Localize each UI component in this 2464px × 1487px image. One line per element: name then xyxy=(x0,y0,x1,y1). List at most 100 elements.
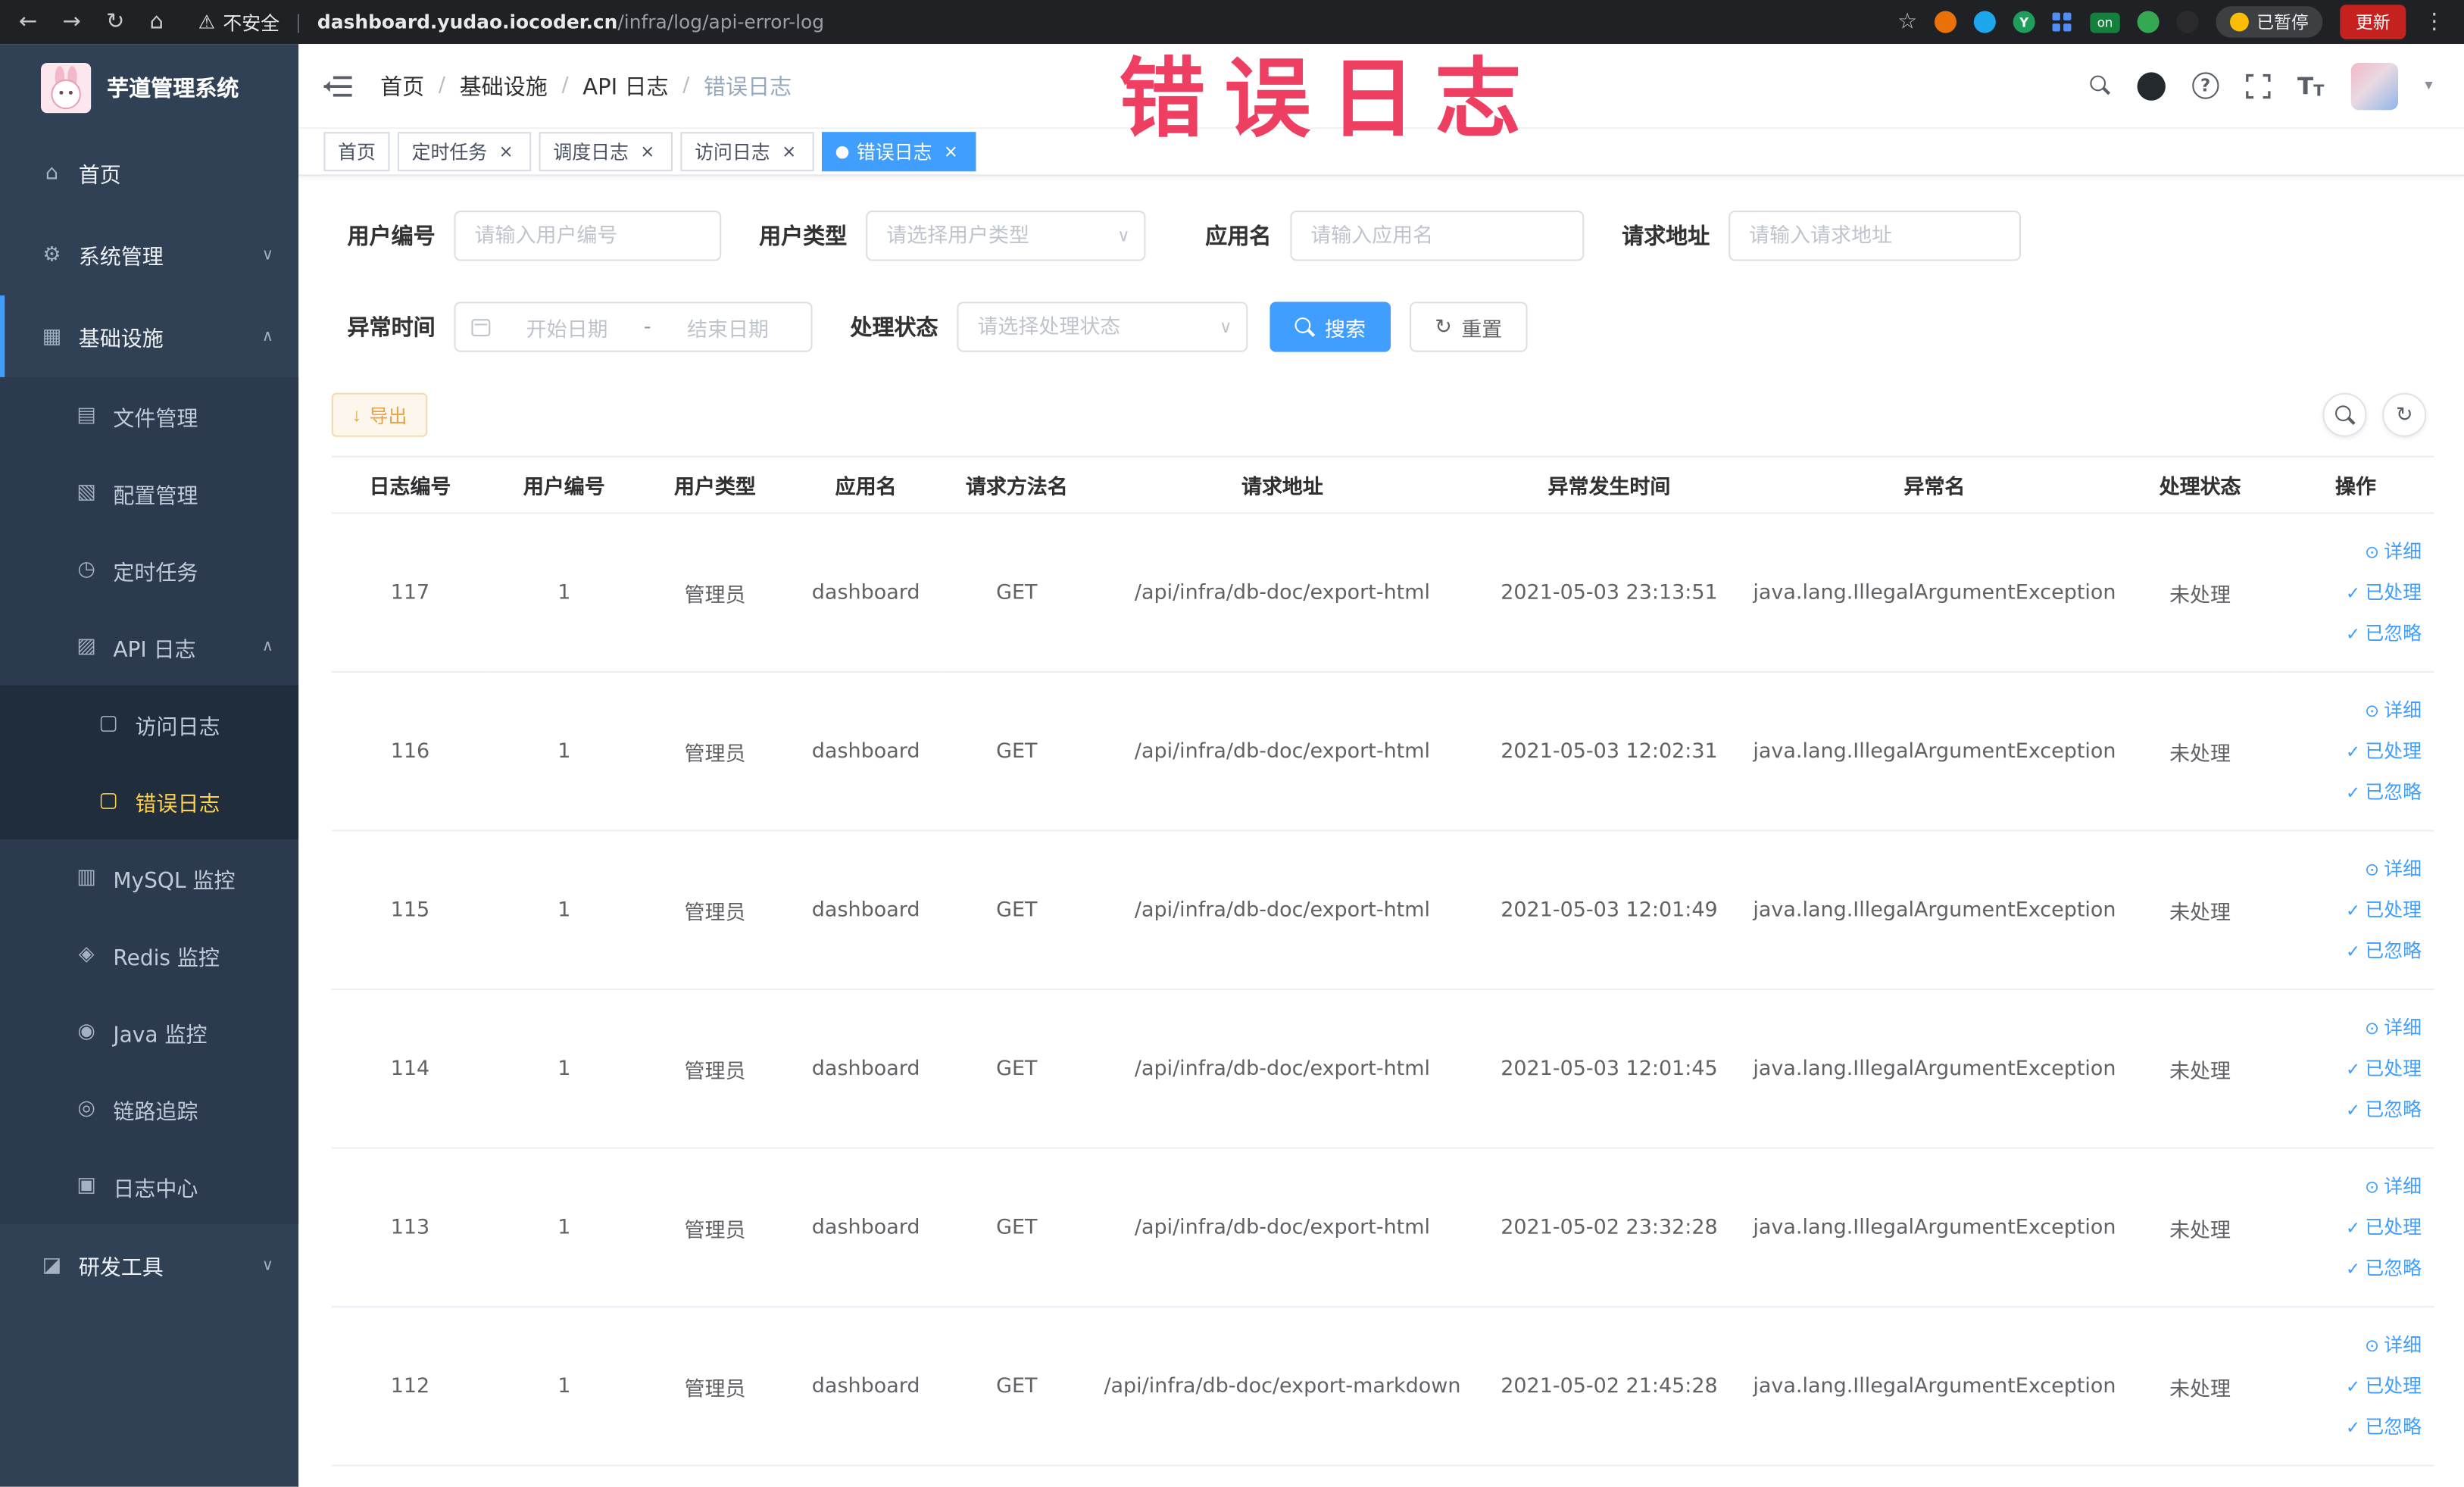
sidebar-menu: ⌂ 首页 ⚙ 系统管理 ∨ ▦ 基础设施 ∧ ▤ 文件管理 ▧ 配置管理 ◷ 定时任务 ▨ API 日志 ∧ ▢ 访… xyxy=(0,132,299,1306)
sidebar-item-api-logs[interactable]: ▨ API 日志 ∧ xyxy=(0,608,299,686)
action-detail-link[interactable]: ⊙ 详细 xyxy=(2284,1007,2422,1048)
back-icon[interactable]: ← xyxy=(19,11,37,33)
sidebar-item-redis-monitor[interactable]: ◈ Redis 监控 xyxy=(0,916,299,994)
tab-item-1[interactable]: 定时任务 × xyxy=(397,132,532,172)
action-ignored-link[interactable]: ✓ 已忽略 xyxy=(2284,1089,2422,1130)
filter-process-status: 处理状态 ∨ xyxy=(835,301,1248,352)
process-status-select[interactable] xyxy=(957,301,1248,352)
extension-green-icon[interactable]: Y xyxy=(2013,11,2035,33)
action-detail-link[interactable]: ⊙ 详细 xyxy=(2284,1166,2422,1207)
sidebar-item-label: 访问日志 xyxy=(135,714,220,740)
extension-teal-icon[interactable] xyxy=(1973,11,1996,33)
forward-icon[interactable]: → xyxy=(62,11,80,33)
extension-orange-icon[interactable] xyxy=(1934,11,1957,33)
app-name-input[interactable] xyxy=(1290,211,1585,261)
sidebar-item-system-mgmt[interactable]: ⚙ 系统管理 ∨ xyxy=(0,214,298,295)
user-type-select[interactable] xyxy=(866,211,1146,261)
column-header: 应用名 xyxy=(790,455,942,514)
action-ignored-link[interactable]: ✓ 已忽略 xyxy=(2284,772,2422,813)
browser-home-icon[interactable]: ⌂ xyxy=(150,11,164,33)
breadcrumb-item[interactable]: 基础设施 xyxy=(460,70,548,101)
logo-row[interactable]: 芋道管理系统 xyxy=(0,44,298,132)
action-ignored-link[interactable]: ✓ 已忽略 xyxy=(2284,930,2422,971)
cell-method: GET xyxy=(941,1148,1092,1308)
table-body: 117 1 管理员 dashboard GET/api/infra/db-doc/exp… xyxy=(331,513,2434,1467)
action-processed-link[interactable]: ✓ 已处理 xyxy=(2284,572,2422,613)
help-icon[interactable]: ? xyxy=(2192,72,2219,99)
action-processed-link[interactable]: ✓ 已处理 xyxy=(2284,1366,2422,1407)
sidebar-toggle-icon[interactable] xyxy=(323,73,352,98)
sidebar-item-mysql-monitor[interactable]: ▥ MySQL 监控 xyxy=(0,839,299,917)
paused-badge[interactable]: 已暂停 xyxy=(2216,6,2323,38)
address-bar[interactable]: dashboard.yudao.iocoder.cn/infra/log/api… xyxy=(317,11,824,33)
font-size-icon[interactable]: TT xyxy=(2297,71,2324,99)
sidebar-item-config-mgmt[interactable]: ▧ 配置管理 xyxy=(0,454,299,532)
sidebar-item-java-monitor[interactable]: ◉ Java 监控 xyxy=(0,993,299,1070)
action-label: 已忽略 xyxy=(2365,939,2422,962)
breadcrumb-item[interactable]: 首页 xyxy=(380,70,424,101)
action-ignored-link[interactable]: ✓ 已忽略 xyxy=(2284,1248,2422,1289)
action-label: 已忽略 xyxy=(2365,1416,2422,1439)
cell-id: 112 xyxy=(331,1307,489,1467)
extension-leaf-icon[interactable] xyxy=(2137,11,2160,33)
action-processed-link[interactable]: ✓ 已处理 xyxy=(2284,731,2422,772)
tab-close-icon[interactable]: × xyxy=(940,141,962,163)
tab-item-2[interactable]: 调度日志 × xyxy=(539,132,673,172)
reset-button[interactable]: ↻ 重置 xyxy=(1410,301,1528,352)
refresh-table-button[interactable]: ↻ xyxy=(2382,392,2427,437)
cell-app: dashboard xyxy=(790,513,942,673)
toggle-search-button[interactable] xyxy=(2322,392,2367,437)
sidebar-item-dev-tools[interactable]: ◪ 研发工具 ∨ xyxy=(0,1224,298,1306)
avatar[interactable] xyxy=(2350,61,2398,110)
action-ignored-link[interactable]: ✓ 已忽略 xyxy=(2284,1407,2422,1448)
date-range-picker[interactable]: 开始日期 - 结束日期 xyxy=(454,301,813,352)
user-id-input[interactable] xyxy=(454,211,722,261)
github-icon[interactable] xyxy=(2137,71,2166,100)
search-icon[interactable] xyxy=(2090,75,2110,96)
tab-item-0[interactable]: 首页 xyxy=(323,132,390,172)
browser-menu-icon[interactable]: ⋮ xyxy=(2423,9,2445,34)
browser-refresh-icon[interactable]: ↻ xyxy=(106,11,124,33)
filter-user-id: 用户编号 xyxy=(332,211,722,261)
site-security[interactable]: ⚠ 不安全 xyxy=(198,8,280,35)
action-processed-link[interactable]: ✓ 已处理 xyxy=(2284,889,2422,930)
extension-on-badge[interactable]: on xyxy=(2090,11,2120,33)
sidebar-item-label: 错误日志 xyxy=(135,791,220,817)
action-processed-link[interactable]: ✓ 已处理 xyxy=(2284,1048,2422,1089)
search-button[interactable]: 搜索 xyxy=(1269,301,1391,352)
caret-down-icon[interactable]: ▾ xyxy=(2425,77,2432,95)
tab-close-icon[interactable]: × xyxy=(778,141,800,163)
export-button[interactable]: ↓ 导出 xyxy=(331,392,428,437)
tab-item-4[interactable]: 错误日志 × xyxy=(822,132,976,172)
breadcrumb-item[interactable]: API 日志 xyxy=(582,70,668,101)
extension-grid-icon[interactable] xyxy=(2052,12,2060,20)
sidebar-item-file-mgmt[interactable]: ▤ 文件管理 xyxy=(0,376,299,455)
cell-id: 117 xyxy=(331,513,489,673)
sidebar-item-infrastructure[interactable]: ▦ 基础设施 ∧ xyxy=(0,295,298,377)
action-ignored-link[interactable]: ✓ 已忽略 xyxy=(2284,613,2422,654)
bookmark-star-icon[interactable]: ☆ xyxy=(1897,9,1917,34)
action-detail-link[interactable]: ⊙ 详细 xyxy=(2284,531,2422,572)
extension-paw-icon[interactable] xyxy=(2176,11,2199,33)
request-url-input[interactable] xyxy=(1729,211,2022,261)
java-icon: ◉ xyxy=(77,1020,95,1044)
tab-item-3[interactable]: 访问日志 × xyxy=(680,132,814,172)
sidebar-item-log-center[interactable]: ▣ 日志中心 xyxy=(0,1147,299,1225)
filter-row-2: 异常时间 开始日期 - 结束日期 处理状态 ∨ xyxy=(332,301,2433,352)
sidebar-item-link-trace[interactable]: ◎ 链路追踪 xyxy=(0,1070,299,1148)
doc-icon: ▢ xyxy=(98,789,118,813)
tab-close-icon[interactable]: × xyxy=(636,141,658,163)
action-detail-link[interactable]: ⊙ 详细 xyxy=(2284,1325,2422,1366)
browser-update-button[interactable]: 更新 xyxy=(2340,5,2406,39)
sidebar-item-home[interactable]: ⌂ 首页 xyxy=(0,132,298,214)
action-detail-link[interactable]: ⊙ 详细 xyxy=(2284,848,2422,889)
action-detail-link[interactable]: ⊙ 详细 xyxy=(2284,690,2422,731)
sidebar-item-scheduled-jobs[interactable]: ◷ 定时任务 xyxy=(0,531,299,608)
sidebar-item-access-log[interactable]: ▢ 访问日志 xyxy=(0,685,299,763)
fullscreen-icon[interactable] xyxy=(2245,73,2271,98)
tab-close-icon[interactable]: × xyxy=(495,141,517,163)
action-label: 已处理 xyxy=(2365,898,2422,921)
process-status-label: 处理状态 xyxy=(850,316,938,342)
sidebar-item-error-log[interactable]: ▢ 错误日志 xyxy=(0,762,299,839)
action-processed-link[interactable]: ✓ 已处理 xyxy=(2284,1207,2422,1248)
